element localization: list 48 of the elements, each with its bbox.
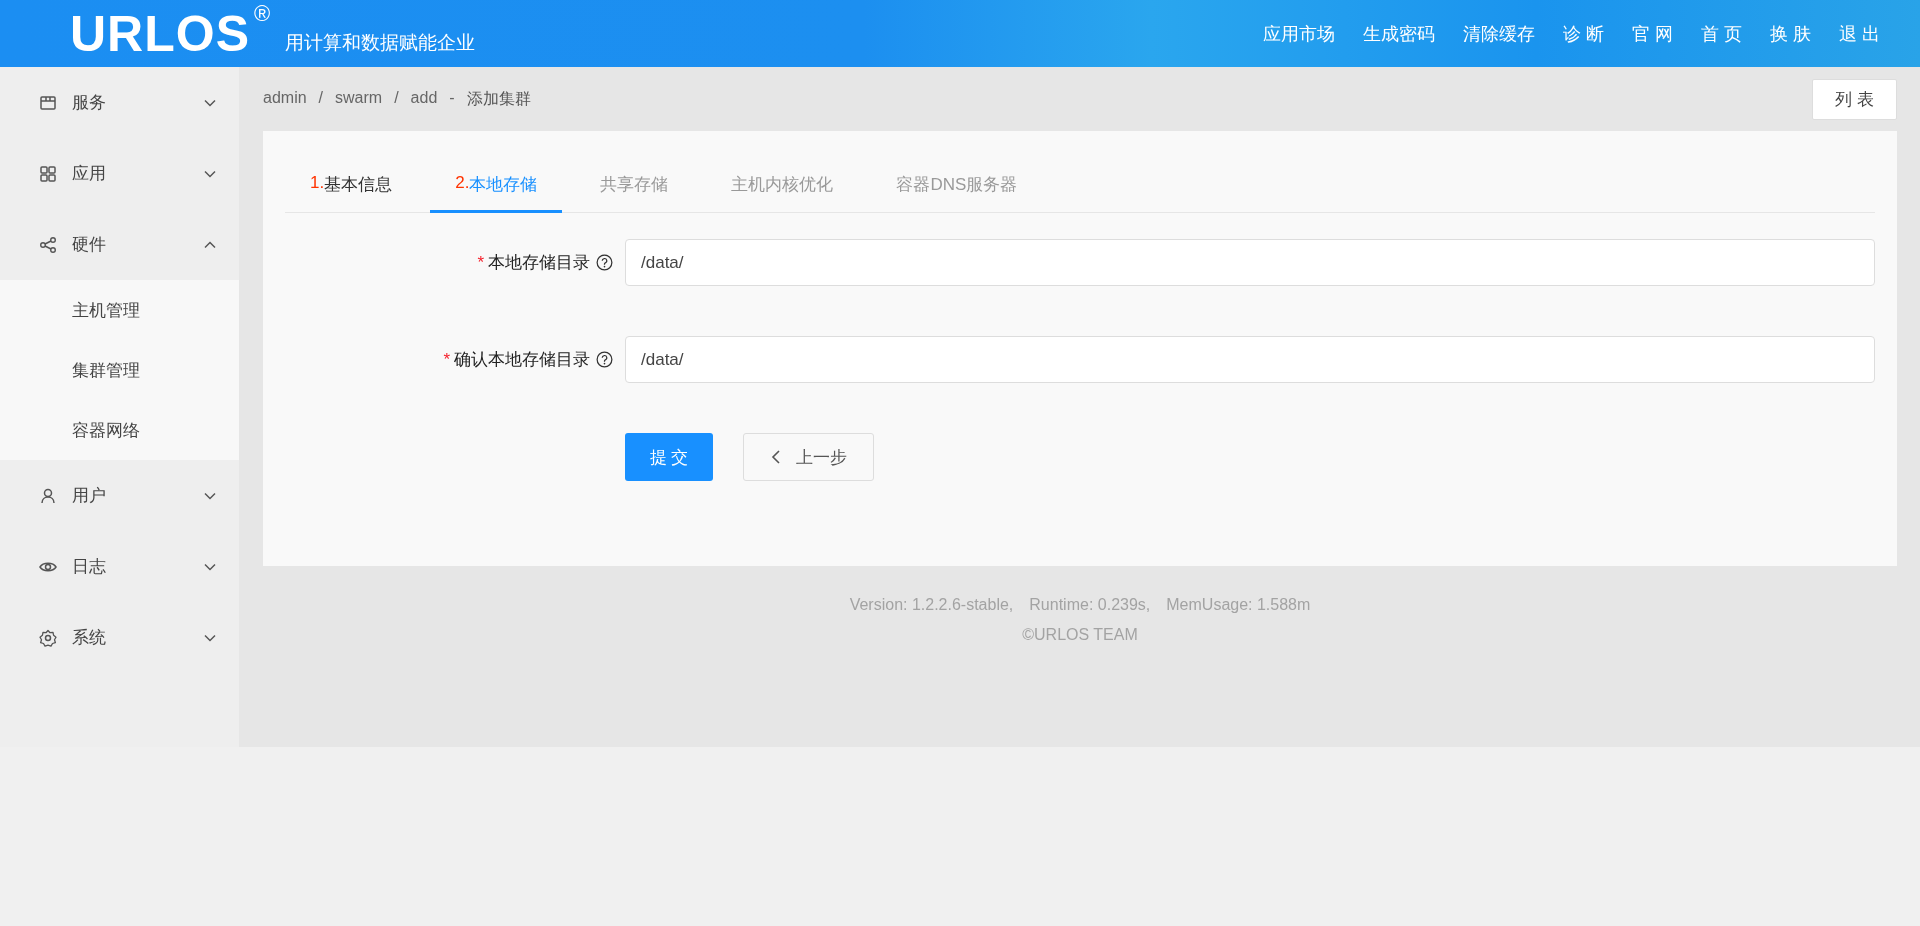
list-button[interactable]: 列 表 — [1812, 78, 1897, 120]
breadcrumb-separator: - — [449, 88, 455, 108]
tab[interactable]: 1.基本信息 — [285, 173, 418, 213]
menu-item[interactable]: 系统 — [72, 626, 203, 649]
input-field[interactable]: /data/ — [625, 239, 1875, 286]
required-mark: * — [443, 349, 450, 370]
back-button[interactable]: 上一步 — [743, 433, 874, 481]
menu-item[interactable]: 用户 — [72, 484, 203, 507]
registered-mark: ® — [254, 0, 272, 27]
input-field[interactable]: /data/ — [625, 336, 1875, 383]
help-icon[interactable] — [596, 351, 613, 368]
copyright-text: ©URLOS TEAM — [1022, 626, 1138, 643]
nav-link[interactable]: 生成密码 — [1348, 21, 1449, 46]
footer-stat: MemUsage: 1.588m — [1166, 595, 1311, 615]
page-title: 添加集群 — [466, 88, 531, 109]
menu-item[interactable]: 服务 — [72, 91, 203, 114]
nav-link[interactable]: 官 网 — [1617, 21, 1687, 46]
help-icon[interactable] — [596, 254, 613, 271]
nav-link[interactable]: 清除缓存 — [1448, 21, 1549, 46]
submenu-item[interactable]: 主机管理 — [72, 298, 140, 322]
breadcrumb-link[interactable]: add — [410, 88, 438, 110]
submenu-item[interactable]: 容器网络 — [72, 418, 140, 442]
breadcrumb-link[interactable]: swarm — [335, 88, 383, 110]
breadcrumb-separator: / — [394, 88, 399, 108]
nav-link[interactable]: 退 出 — [1825, 21, 1894, 46]
breadcrumb-separator: / — [318, 88, 324, 108]
footer-stat: Runtime: 0.239s, — [1029, 595, 1151, 615]
nav-link[interactable]: 应用市场 — [1248, 21, 1349, 46]
breadcrumb-link[interactable]: admin — [263, 88, 307, 110]
nav-link[interactable]: 首 页 — [1686, 21, 1756, 46]
submenu-item[interactable]: 集群管理 — [72, 358, 140, 382]
menu-item[interactable]: 应用 — [72, 162, 203, 185]
grid-icon — [38, 163, 58, 184]
menu-item[interactable]: 硬件 — [72, 233, 203, 256]
share-icon — [38, 234, 58, 255]
logo-text: URLOS — [70, 4, 250, 63]
menu-item[interactable]: 日志 — [72, 555, 203, 578]
submit-button[interactable]: 提 交 — [625, 433, 713, 481]
nav-link[interactable]: 诊 断 — [1548, 21, 1618, 46]
chevron-left-icon — [770, 450, 782, 464]
required-mark: * — [477, 252, 484, 273]
footer-stat: Version: 1.2.2.6-stable, — [849, 595, 1014, 615]
slogan-text: 用计算和数据赋能企业 — [285, 30, 476, 55]
field-label: 确认本地存储目录 — [454, 349, 590, 371]
nav-link[interactable]: 换 肤 — [1755, 21, 1825, 46]
gear-icon — [38, 627, 58, 648]
tab[interactable]: 2.本地存储 — [430, 173, 563, 213]
field-label: 本地存储目录 — [488, 252, 590, 274]
